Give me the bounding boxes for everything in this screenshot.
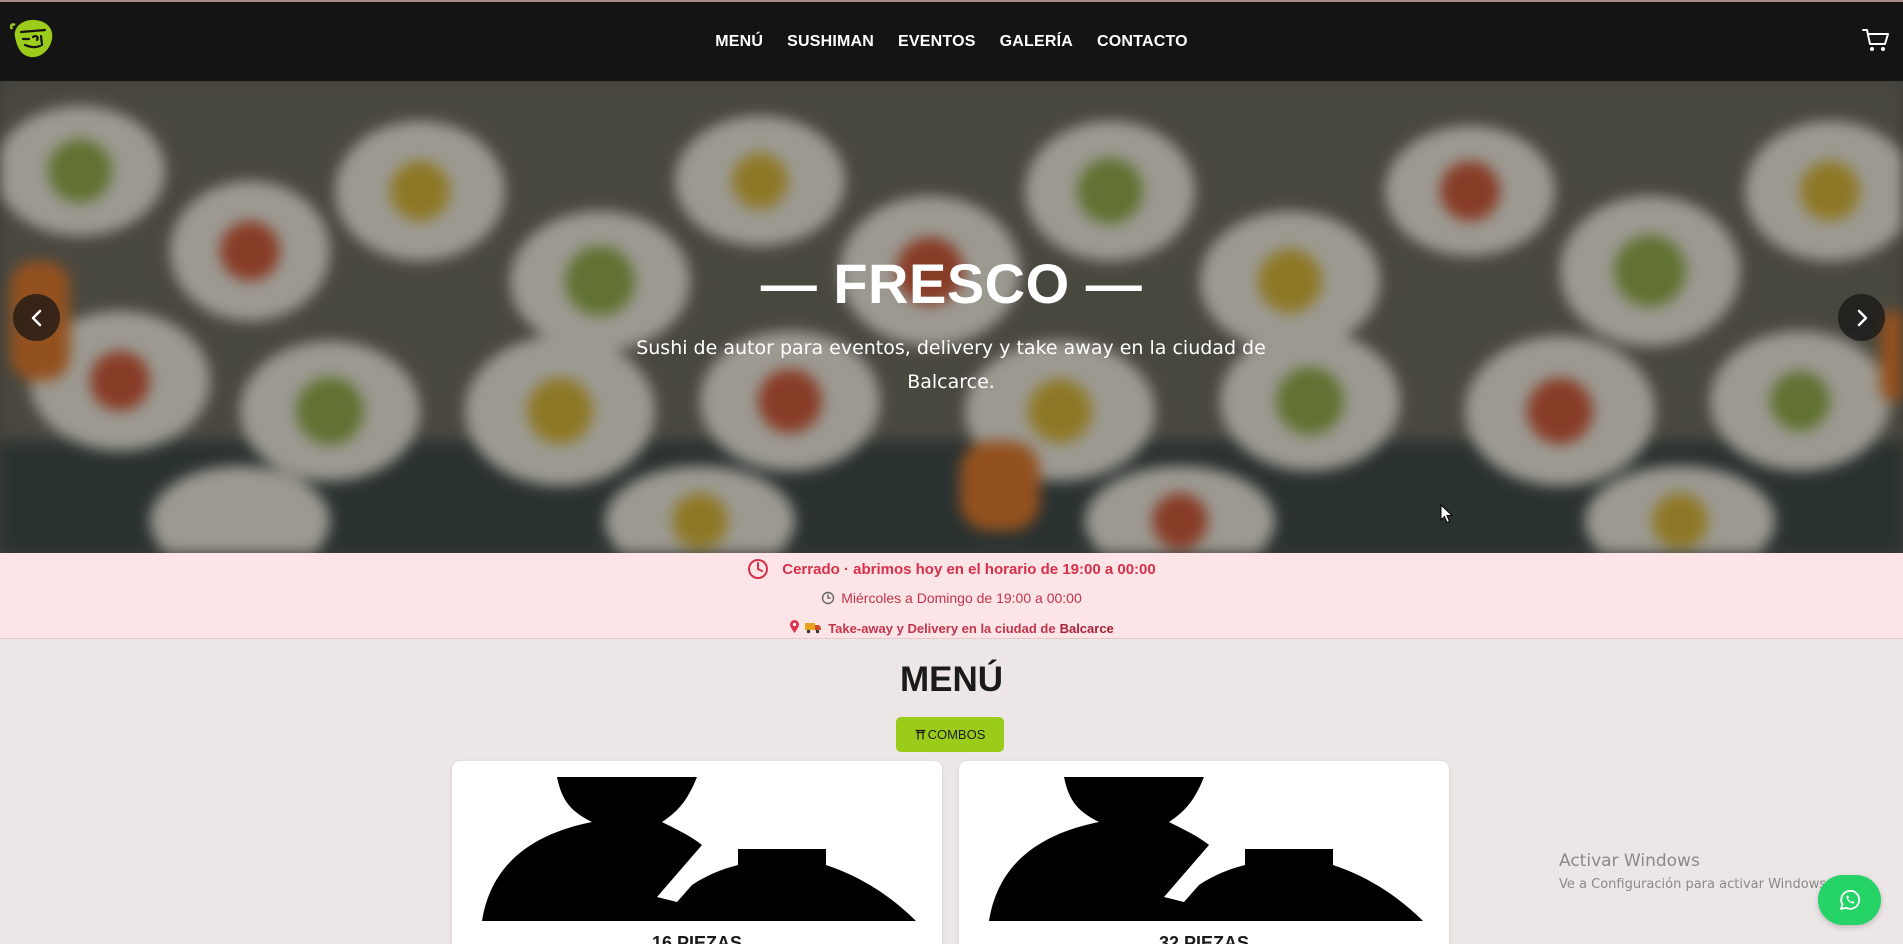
windows-activation-watermark: Activar Windows Ve a Configuración para … — [1559, 851, 1830, 892]
hero-overlay — [0, 81, 1903, 553]
card-title: 16 PIEZAS — [651, 933, 743, 944]
carousel-prev-button[interactable] — [13, 294, 60, 341]
nav-sushiman[interactable]: SUSHIMAN — [787, 33, 874, 51]
mouse-cursor-icon — [1440, 504, 1454, 524]
whatsapp-icon — [1839, 889, 1860, 910]
menu-card-32-piezas[interactable]: 32 PIEZAS — [959, 761, 1449, 944]
nav-menu[interactable]: MENÚ — [715, 33, 763, 51]
opening-hours: Miércoles a Domingo de 19:00 a 00:00 — [0, 590, 1903, 606]
chevron-left-icon — [31, 309, 41, 326]
hours-text: Miércoles a Domingo de 19:00 a 00:00 — [841, 590, 1082, 606]
menu-card-16-piezas[interactable]: 16 PIEZAS — [452, 761, 942, 944]
hero-title: — FRESCO — — [760, 252, 1143, 315]
chevron-right-icon — [1857, 309, 1867, 326]
carousel-next-button[interactable] — [1838, 294, 1885, 341]
menu-section-title: MENÚ — [899, 660, 1004, 699]
hero-carousel: — FRESCO — Sushi de autor para eventos, … — [0, 81, 1903, 553]
status-text: Cerrado · abrimos hoy en el horario de 1… — [782, 560, 1156, 578]
clock-small-icon — [821, 591, 835, 605]
location-text: Take-away y Delivery en la ciudad de — [828, 621, 1056, 636]
map-pin-icon — [789, 620, 800, 637]
combos-category-button[interactable]: COMBOS — [896, 717, 1004, 752]
clock-icon — [747, 558, 769, 580]
location-city: Balcarce — [1059, 621, 1114, 636]
watermark-title: Activar Windows — [1559, 851, 1700, 871]
watermark-subtitle: Ve a Configuración para activar Windows. — [1559, 877, 1831, 892]
navbar: MENÚ SUSHIMAN EVENTOS GALERÍA CONTACTO — [0, 2, 1903, 81]
store-status-bar: Cerrado · abrimos hoy en el horario de 1… — [0, 553, 1903, 639]
whatsapp-button[interactable] — [1818, 875, 1881, 925]
hero-subtitle: Sushi de autor para eventos, delivery y … — [636, 337, 1266, 393]
card-title: 32 PIEZAS — [1158, 933, 1250, 944]
main-nav: MENÚ SUSHIMAN EVENTOS GALERÍA CONTACTO — [0, 2, 1903, 81]
cart-icon[interactable] — [1862, 27, 1890, 53]
combos-label: COMBOS — [927, 727, 986, 742]
nav-galeria[interactable]: GALERÍA — [1000, 33, 1073, 51]
sushi-placeholder-icon — [989, 777, 1423, 921]
open-status: Cerrado · abrimos hoy en el horario de 1… — [0, 558, 1903, 580]
torii-icon — [915, 729, 926, 740]
nav-contacto[interactable]: CONTACTO — [1097, 33, 1188, 51]
truck-icon — [805, 621, 822, 637]
sushi-placeholder-icon — [482, 777, 916, 921]
nav-eventos[interactable]: EVENTOS — [898, 33, 976, 51]
delivery-location: Take-away y Delivery en la ciudad de Bal… — [0, 620, 1903, 637]
